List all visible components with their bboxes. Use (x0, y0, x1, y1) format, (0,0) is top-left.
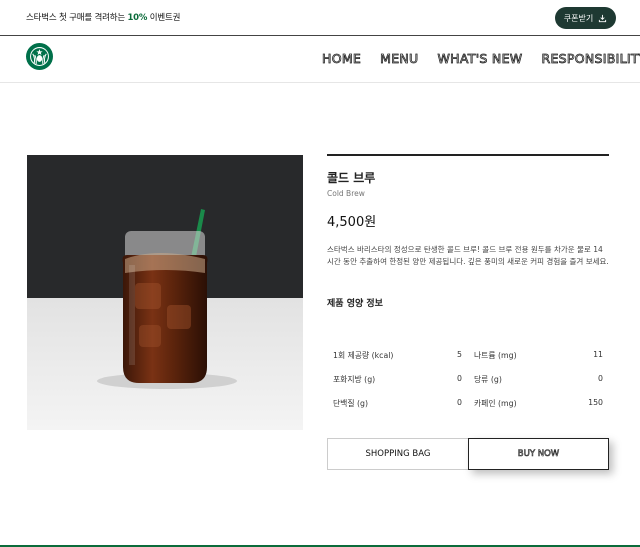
nutrition-row: 단백질 (g) 0 카페인 (mg) 150 (333, 396, 603, 420)
nav-item-responsibility[interactable]: RESPONSIBILITY (541, 51, 640, 67)
nutrition-value: 0 (598, 374, 603, 383)
product-name-en: Cold Brew (327, 189, 365, 198)
shopping-bag-button[interactable]: SHOPPING BAG (327, 438, 468, 470)
nutrition-value: 5 (457, 350, 462, 359)
nav-item-menu[interactable]: MENU (380, 51, 419, 67)
nutrition-title: 제품 영양 정보 (327, 299, 383, 309)
product-price: 4,500원 (327, 215, 377, 230)
download-icon (599, 14, 607, 22)
top-promo-bar: 스타벅스 첫 구매를 격려하는 10% 이벤트권 쿠폰받기 (0, 0, 640, 36)
title-divider (327, 154, 609, 156)
starbucks-logo[interactable] (26, 43, 53, 70)
nutrition-value: 11 (593, 350, 603, 359)
nutrition-value: 150 (588, 398, 603, 407)
promo-text-before: 스타벅스 첫 구매를 격려하는 (26, 13, 128, 23)
nutrition-value: 0 (457, 374, 462, 383)
product-description: 스타벅스 바리스타의 정성으로 탄생한 콜드 브루! 콜드 브루 전용 원두를 … (327, 245, 609, 266)
product-info: 콜드 브루 Cold Brew 4,500원 스타벅스 바리스타의 정성으로 탄… (327, 154, 609, 309)
buy-now-button[interactable]: BUY NOW (468, 438, 609, 470)
promo-text-after: 이벤트권 (147, 13, 181, 23)
nutrition-table: 1회 제공량 (kcal) 5 나트륨 (mg) 11 포화지방 (g) 0 당… (333, 348, 603, 420)
coupon-button-label: 쿠폰받기 (563, 13, 594, 23)
coupon-download-button[interactable]: 쿠폰받기 (555, 7, 616, 29)
nutrition-row: 포화지방 (g) 0 당류 (g) 0 (333, 372, 603, 396)
nav-item-home[interactable]: HOME (322, 51, 362, 67)
promo-text: 스타벅스 첫 구매를 격려하는 10% 이벤트권 (26, 11, 180, 23)
nutrition-row: 1회 제공량 (kcal) 5 나트륨 (mg) 11 (333, 348, 603, 372)
product-name: 콜드 브루 (327, 171, 376, 185)
nutrition-value: 0 (457, 398, 462, 407)
nav-menu: HOME MENU WHAT'S NEW RESPONSIBILITY (322, 51, 640, 67)
main-navigation: HOME MENU WHAT'S NEW RESPONSIBILITY (0, 37, 640, 83)
product-image (27, 155, 303, 430)
promo-highlight: 10% (127, 13, 148, 23)
nav-item-whats-new[interactable]: WHAT'S NEW (437, 51, 522, 67)
